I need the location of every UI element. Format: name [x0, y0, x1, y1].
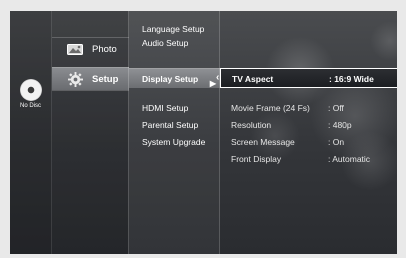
option-name: Front Display [231, 154, 282, 164]
menu-item-display-setup[interactable]: Display Setup ▶ [129, 68, 220, 88]
menu-item-language-setup[interactable]: Language Setup [129, 22, 220, 36]
option-resolution[interactable]: Resolution : 480p [220, 118, 397, 132]
option-tv-aspect[interactable]: ‹ TV Aspect : 16:9 Wide › [216, 68, 397, 88]
menu-item-parental-setup[interactable]: Parental Setup [129, 118, 220, 132]
option-value: : Off [328, 103, 344, 113]
menu-item-label: Display Setup [142, 74, 199, 84]
menu-item-audio-setup[interactable]: Audio Setup [129, 36, 220, 50]
option-movie-frame[interactable]: Movie Frame (24 Fs) : Off [220, 101, 397, 115]
option-name: Screen Message [231, 137, 295, 147]
menu-item-hdmi-setup[interactable]: HDMI Setup [129, 101, 220, 115]
option-value: : Automatic [328, 154, 371, 164]
setup-screen: No Disc Photo Setup Language Setup Audio… [10, 11, 397, 254]
chevron-left-icon: ‹ [216, 72, 220, 83]
category-setup[interactable]: Setup [52, 67, 129, 91]
option-name: Movie Frame (24 Fs) [231, 103, 310, 113]
menu-item-system-upgrade[interactable]: System Upgrade [129, 135, 220, 149]
category-photo[interactable]: Photo [52, 37, 129, 60]
display-options-panel: ‹ TV Aspect : 16:9 Wide › Movie Frame (2… [216, 11, 397, 254]
category-menu: Photo Setup [51, 11, 129, 254]
disc-icon [20, 79, 42, 101]
disc-status-label: No Disc [19, 103, 41, 109]
photo-icon [66, 42, 84, 56]
setup-submenu: Language Setup Audio Setup Display Setup… [128, 11, 220, 254]
category-label: Setup [92, 73, 119, 85]
option-value: : 480p [328, 120, 352, 130]
option-value: : On [328, 137, 345, 147]
option-name: TV Aspect [232, 74, 274, 84]
category-label: Photo [92, 43, 117, 55]
gear-icon [66, 71, 84, 87]
option-name: Resolution [231, 120, 272, 130]
option-screen-message[interactable]: Screen Message : On [220, 135, 397, 149]
disc-status-panel: No Disc [10, 11, 51, 254]
option-value: : 16:9 Wide [329, 74, 374, 84]
option-front-display[interactable]: Front Display : Automatic [220, 152, 397, 166]
